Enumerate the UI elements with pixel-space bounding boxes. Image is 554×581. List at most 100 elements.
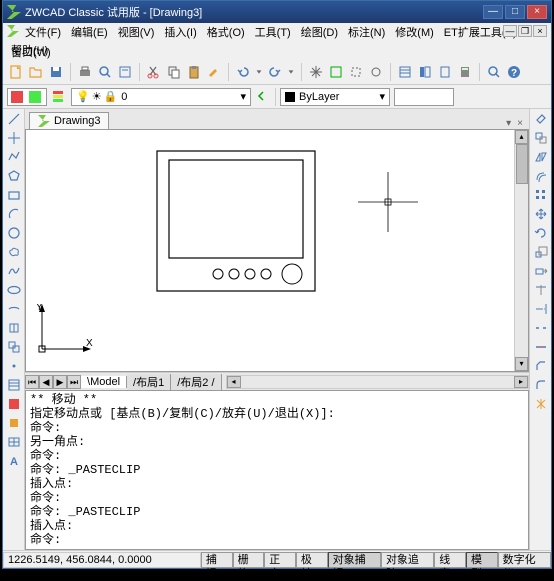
menu-view[interactable]: 视图(V) xyxy=(114,23,159,41)
help-button[interactable]: ? xyxy=(505,63,523,81)
menu-tools[interactable]: 工具(T) xyxy=(251,23,295,41)
make-block-button[interactable] xyxy=(6,339,22,355)
zoom-previous-button[interactable] xyxy=(367,63,385,81)
vertical-scrollbar[interactable]: ▴ ▾ xyxy=(514,130,528,371)
layer-state-dropdown[interactable]: 💡 ☀ 🔒 0 ▾ xyxy=(71,88,251,106)
hatch-button[interactable] xyxy=(6,377,22,393)
arc-button[interactable] xyxy=(6,206,22,222)
pan-button[interactable] xyxy=(307,63,325,81)
otrack-toggle[interactable]: 对象追踪 xyxy=(381,552,434,568)
designcenter-button[interactable] xyxy=(416,63,434,81)
tab-first-button[interactable]: ⏮ xyxy=(25,375,39,389)
tab-next-button[interactable]: ▶ xyxy=(53,375,67,389)
trim-button[interactable] xyxy=(533,282,549,298)
tab-layout2[interactable]: /布局2 / xyxy=(171,374,221,390)
drawing-canvas[interactable]: Y X ▴ ▾ xyxy=(25,129,529,372)
line-button[interactable] xyxy=(6,111,22,127)
xline-button[interactable] xyxy=(6,130,22,146)
matchprop-button[interactable] xyxy=(205,63,223,81)
save-button[interactable] xyxy=(47,63,65,81)
scale-button[interactable] xyxy=(533,244,549,260)
coordinates-display[interactable]: 1226.5149, 456.0844, 0.0000 xyxy=(3,552,201,568)
mdi-restore-button[interactable]: ❐ xyxy=(518,25,532,37)
new-button[interactable] xyxy=(7,63,25,81)
polyline-button[interactable] xyxy=(6,149,22,165)
scroll-thumb[interactable] xyxy=(516,144,528,184)
region-button[interactable] xyxy=(6,415,22,431)
polar-toggle[interactable]: 极轴 xyxy=(296,552,328,568)
circle-button[interactable] xyxy=(6,225,22,241)
grid-toggle[interactable]: 栅格 xyxy=(233,552,265,568)
gradient-button[interactable] xyxy=(6,396,22,412)
ellipse-button[interactable] xyxy=(6,282,22,298)
preview-button[interactable] xyxy=(96,63,114,81)
stretch-button[interactable] xyxy=(533,263,549,279)
zoom-window-button[interactable] xyxy=(347,63,365,81)
scroll-right-button[interactable]: ▸ xyxy=(514,376,528,388)
bylayer-dropdown[interactable]: ByLayer ▾ xyxy=(280,88,390,106)
redo-button[interactable] xyxy=(266,63,284,81)
app-menu-icon[interactable] xyxy=(7,25,19,40)
join-button[interactable] xyxy=(533,339,549,355)
color-dropdown[interactable] xyxy=(7,88,47,106)
extend-button[interactable] xyxy=(533,301,549,317)
paste-button[interactable] xyxy=(185,63,203,81)
lineweight-toggle[interactable]: 线宽 xyxy=(434,552,466,568)
menu-draw[interactable]: 绘图(D) xyxy=(297,23,342,41)
zoom-button[interactable] xyxy=(485,63,503,81)
offset-button[interactable] xyxy=(533,168,549,184)
linetype-dropdown[interactable] xyxy=(394,88,454,106)
minimize-button[interactable]: — xyxy=(483,5,503,19)
explode-button[interactable] xyxy=(533,396,549,412)
tab-dropdown-button[interactable]: ▾ xyxy=(504,118,513,129)
layer-manager-button[interactable] xyxy=(51,89,67,105)
command-window[interactable]: ** 移动 **指定移动点或 [基点(B)/复制(C)/放弃(U)/退出(X)]… xyxy=(25,390,529,550)
erase-button[interactable] xyxy=(533,111,549,127)
digitizer-toggle[interactable]: 数字化仪 xyxy=(498,552,551,568)
calculator-button[interactable] xyxy=(456,63,474,81)
tab-prev-button[interactable]: ◀ xyxy=(39,375,53,389)
mdi-close-button[interactable]: × xyxy=(533,25,547,37)
scroll-left-button[interactable]: ◂ xyxy=(227,376,241,388)
menu-edit[interactable]: 编辑(E) xyxy=(67,23,112,41)
array-button[interactable] xyxy=(533,187,549,203)
osnap-toggle[interactable]: 对象捕捉 xyxy=(328,552,381,568)
chamfer-button[interactable] xyxy=(533,358,549,374)
polygon-button[interactable] xyxy=(6,168,22,184)
text-button[interactable]: A xyxy=(6,453,22,469)
ellipsearc-button[interactable] xyxy=(6,301,22,317)
doc-tab-drawing3[interactable]: Drawing3 xyxy=(29,112,109,129)
mirror-button[interactable] xyxy=(533,149,549,165)
revcloud-button[interactable] xyxy=(6,244,22,260)
scroll-up-button[interactable]: ▴ xyxy=(515,130,528,144)
toolpalettes-button[interactable] xyxy=(436,63,454,81)
tab-last-button[interactable]: ⏭ xyxy=(67,375,81,389)
properties-button[interactable] xyxy=(396,63,414,81)
ortho-toggle[interactable]: 正交 xyxy=(264,552,296,568)
menu-window[interactable]: 窗口(W) xyxy=(7,43,55,61)
undo-button[interactable] xyxy=(234,63,252,81)
point-button[interactable] xyxy=(6,358,22,374)
scroll-down-button[interactable]: ▾ xyxy=(515,357,528,371)
menu-insert[interactable]: 插入(I) xyxy=(160,23,200,41)
model-toggle[interactable]: 模型 xyxy=(466,552,498,568)
zoom-extents-button[interactable] xyxy=(327,63,345,81)
maximize-button[interactable]: □ xyxy=(505,5,525,19)
insert-block-button[interactable] xyxy=(6,320,22,336)
fillet-button[interactable] xyxy=(533,377,549,393)
redo-dropdown[interactable] xyxy=(286,63,296,81)
spline-button[interactable] xyxy=(6,263,22,279)
break-button[interactable] xyxy=(533,320,549,336)
table-button[interactable] xyxy=(6,434,22,450)
copy-button[interactable] xyxy=(165,63,183,81)
menu-format[interactable]: 格式(O) xyxy=(203,23,249,41)
undo-dropdown[interactable] xyxy=(254,63,264,81)
move-button[interactable] xyxy=(533,206,549,222)
menu-dimension[interactable]: 标注(N) xyxy=(344,23,389,41)
horizontal-scrollbar[interactable]: ◂ ▸ xyxy=(226,375,529,389)
mdi-minimize-button[interactable]: — xyxy=(503,25,517,37)
menu-file[interactable]: 文件(F) xyxy=(21,23,65,41)
open-button[interactable] xyxy=(27,63,45,81)
rectangle-button[interactable] xyxy=(6,187,22,203)
print-button[interactable] xyxy=(76,63,94,81)
